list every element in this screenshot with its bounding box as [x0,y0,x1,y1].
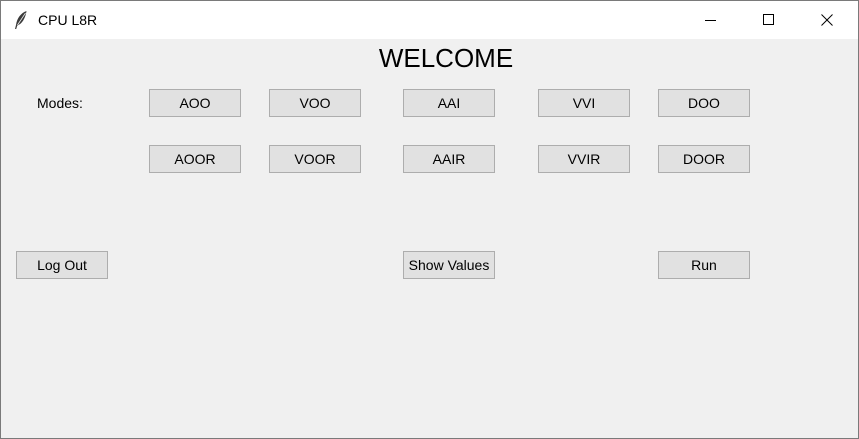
window-title: CPU L8R [38,12,98,28]
app-window: CPU L8R WELCOME Modes: AOO VOO AAI VVI D… [0,0,859,439]
mode-button-doo[interactable]: DOO [658,89,750,117]
mode-button-vvi[interactable]: VVI [538,89,630,117]
client-area: WELCOME Modes: AOO VOO AAI VVI DOO AOOR … [1,39,858,438]
mode-button-aoor[interactable]: AOOR [149,145,241,173]
mode-button-aai[interactable]: AAI [403,89,495,117]
maximize-icon [763,14,775,26]
mode-button-aair[interactable]: AAIR [403,145,495,173]
mode-button-vvir[interactable]: VVIR [538,145,630,173]
log-out-button[interactable]: Log Out [16,251,108,279]
close-icon [821,14,833,26]
page-title: WELCOME [378,43,514,73]
title-bar[interactable]: CPU L8R [1,1,858,39]
mode-button-voor[interactable]: VOOR [269,145,361,173]
mode-button-voo[interactable]: VOO [269,89,361,117]
feather-icon [13,10,29,30]
mode-button-aoo[interactable]: AOO [149,89,241,117]
close-button[interactable] [798,1,856,39]
show-values-button[interactable]: Show Values [403,251,495,279]
mode-button-door[interactable]: DOOR [658,145,750,173]
run-button[interactable]: Run [658,251,750,279]
modes-label: Modes: [37,95,83,111]
maximize-button[interactable] [740,1,798,39]
minimize-button[interactable] [682,1,740,39]
minimize-icon [705,14,717,26]
